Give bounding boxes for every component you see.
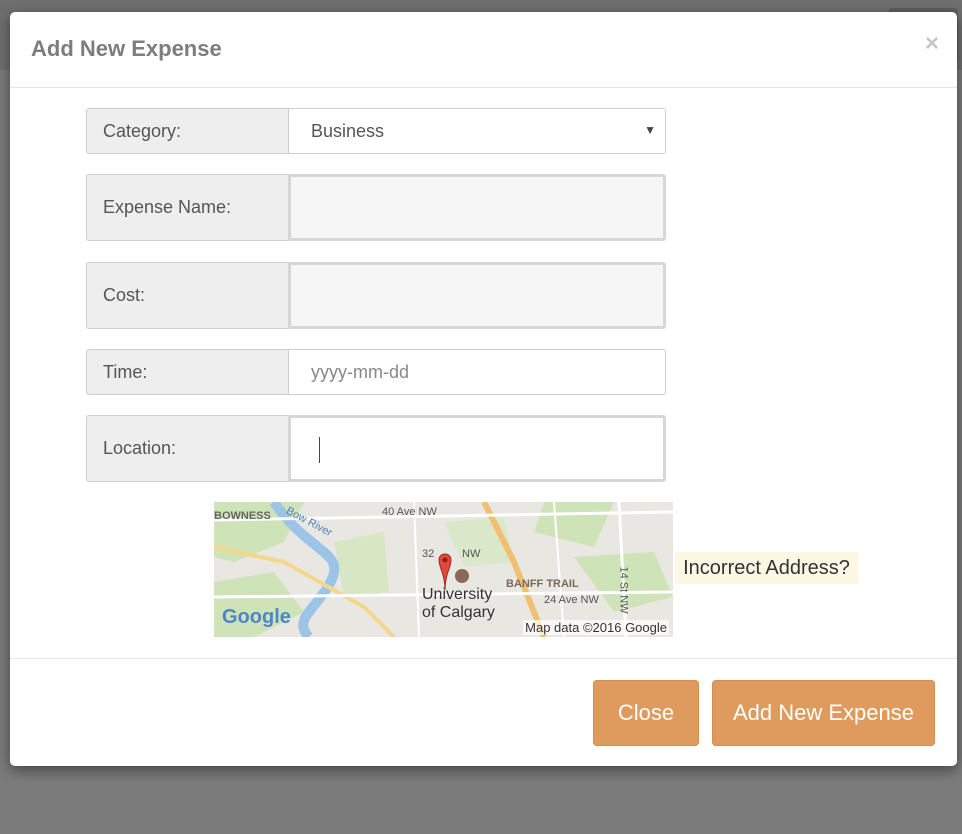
map-label-university-2: of Calgary (422, 604, 495, 621)
map-label-32: 32 (422, 548, 435, 560)
time-label: Time: (86, 349, 288, 395)
modal-header: Add New Expense × (10, 12, 957, 88)
time-input[interactable]: yyyy-mm-dd (288, 349, 666, 395)
map-label-14-st: 14 St NW (617, 566, 630, 614)
chevron-down-icon: ▼ (644, 123, 656, 137)
location-map[interactable]: BOWNESS Bow River 40 Ave NW 32 NW BANFF … (214, 502, 673, 637)
incorrect-address-link[interactable]: Incorrect Address? (675, 552, 858, 584)
location-input[interactable] (288, 415, 666, 482)
map-label-24-ave: 24 Ave NW (544, 594, 599, 606)
expense-name-row: Expense Name: (86, 174, 666, 241)
category-label: Category: (86, 108, 288, 154)
map-label-40-ave: 40 Ave NW (382, 506, 437, 518)
map-label-university-1: University (422, 586, 493, 603)
map-label-banff-trail: BANFF TRAIL (506, 578, 579, 590)
cost-row: Cost: (86, 262, 666, 329)
expense-name-label: Expense Name: (86, 174, 288, 241)
map-label-bowness: BOWNESS (214, 510, 271, 522)
cost-label: Cost: (86, 262, 288, 329)
cost-input[interactable] (288, 262, 666, 329)
time-placeholder: yyyy-mm-dd (311, 361, 409, 382)
modal-footer: Close Add New Expense (10, 658, 957, 766)
map-credit: Map data ©2016 Google (523, 620, 669, 635)
add-new-expense-button[interactable]: Add New Expense (712, 680, 935, 746)
category-value: Business (311, 120, 385, 141)
modal-title: Add New Expense (31, 36, 222, 61)
add-expense-modal: Add New Expense × Category: Business ▼ E… (10, 12, 957, 766)
category-select[interactable]: Business ▼ (288, 108, 666, 154)
map-label-nw: NW (462, 548, 481, 560)
expense-name-input[interactable] (288, 174, 666, 241)
text-cursor (319, 437, 320, 463)
location-row: Location: (86, 415, 666, 482)
close-button[interactable]: Close (593, 680, 699, 746)
category-row: Category: Business ▼ (86, 108, 666, 154)
location-label: Location: (86, 415, 288, 482)
time-row: Time: yyyy-mm-dd (86, 349, 666, 395)
google-logo: Google (222, 606, 291, 628)
close-icon[interactable]: × (925, 32, 939, 56)
